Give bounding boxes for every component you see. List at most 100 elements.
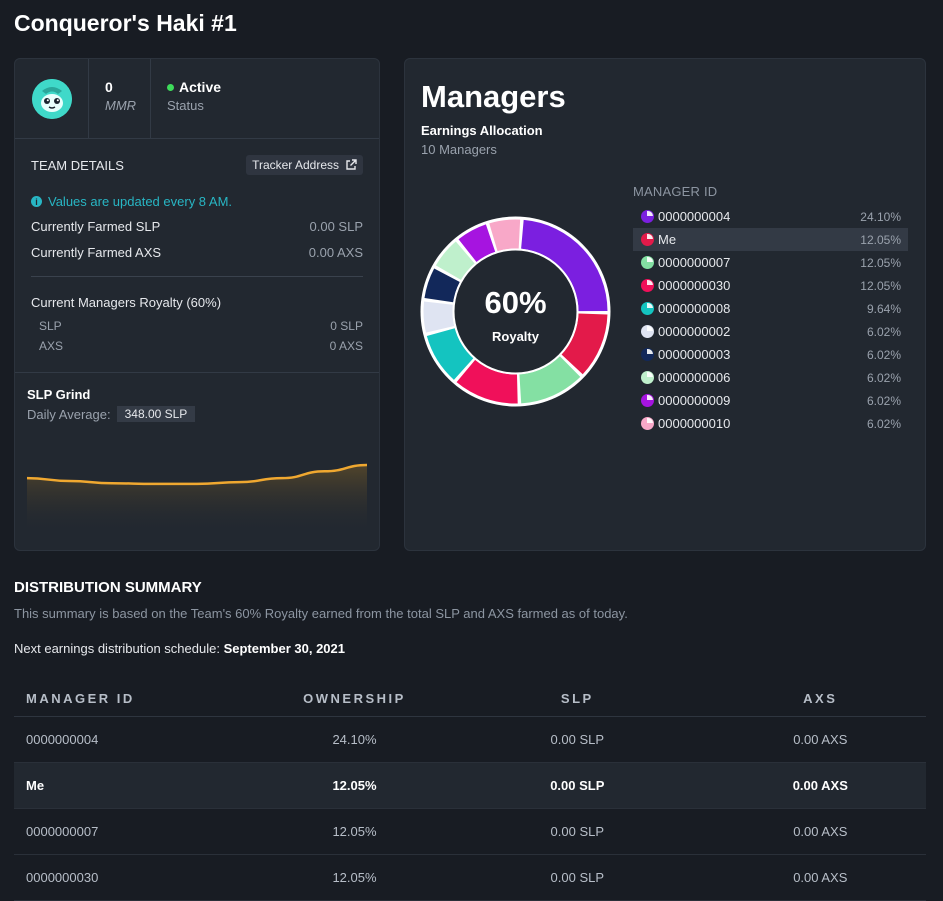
farmed-slp-value: 0.00 SLP xyxy=(309,219,364,234)
row-manager-id: 0000000007 xyxy=(14,808,269,855)
farmed-axs-value: 0.00 AXS xyxy=(308,245,363,260)
table-row[interactable]: 0000000030 12.05% 0.00 SLP 0.00 AXS xyxy=(14,854,926,901)
mmr-stat: 0 MMR xyxy=(89,59,151,138)
pie-chart-icon xyxy=(641,302,654,315)
schedule-label: Next earnings distribution schedule: xyxy=(14,641,220,656)
legend-header: MANAGER ID xyxy=(633,184,718,199)
row-axs: 0.00 AXS xyxy=(714,808,926,855)
team-details-title: TEAM DETAILS xyxy=(31,157,124,173)
update-info-text: Values are updated every 8 AM. xyxy=(48,194,233,209)
legend-percentage: 12.05% xyxy=(860,232,901,247)
slp-grind-chart xyxy=(27,463,367,535)
pie-chart-icon xyxy=(641,371,654,384)
team-details: TEAM DETAILS Tracker Address i Values ar… xyxy=(15,139,379,373)
pie-chart-icon xyxy=(641,279,654,292)
row-ownership: 12.05% xyxy=(268,762,441,809)
row-slp: 0.00 SLP xyxy=(440,716,715,763)
distribution-description: This summary is based on the Team's 60% … xyxy=(14,606,628,621)
legend-manager-id: 0000000008 xyxy=(658,301,731,316)
legend-row[interactable]: 0000000004 24.10% xyxy=(633,205,908,228)
info-icon: i xyxy=(31,196,42,207)
daily-average: Daily Average: 348.00 SLP xyxy=(27,406,367,422)
legend-row[interactable]: 0000000030 12.05% xyxy=(633,274,908,297)
row-ownership: 12.05% xyxy=(268,808,441,855)
donut-center-label: Royalty xyxy=(492,329,540,344)
row-manager-id: Me xyxy=(14,762,269,809)
legend-manager-id: 0000000009 xyxy=(658,393,731,408)
legend-row[interactable]: 0000000003 6.02% xyxy=(633,343,908,366)
legend-row[interactable]: 0000000009 6.02% xyxy=(633,389,908,412)
legend-row[interactable]: 0000000010 6.02% xyxy=(633,412,908,435)
row-slp: 0.00 SLP xyxy=(440,762,715,809)
legend-percentage: 9.64% xyxy=(866,301,901,316)
column-header-ownership: OWNERSHIP xyxy=(268,680,441,717)
table-row[interactable]: 0000000007 12.05% 0.00 SLP 0.00 AXS xyxy=(14,808,926,855)
pie-chart-icon xyxy=(641,394,654,407)
table-row-me[interactable]: Me 12.05% 0.00 SLP 0.00 AXS xyxy=(14,762,926,809)
tracker-address-button[interactable]: Tracker Address xyxy=(246,155,363,175)
team-card: 0 MMR Active Status TEAM DETAILS Tracker… xyxy=(14,58,380,551)
row-slp: 0.00 SLP xyxy=(440,854,715,901)
slp-grind-area xyxy=(27,465,367,535)
legend-percentage: 6.02% xyxy=(866,347,901,362)
daily-average-value: 348.00 SLP xyxy=(116,406,196,422)
managers-legend: MANAGER ID 0000000004 24.10% Me 12.05% 00000… xyxy=(633,184,908,435)
row-ownership: 24.10% xyxy=(268,716,441,763)
legend-manager-id: 0000000007 xyxy=(658,255,731,270)
row-slp: 0.00 SLP xyxy=(440,808,715,855)
status-value-text: Active xyxy=(179,79,222,95)
legend-row[interactable]: 0000000006 6.02% xyxy=(633,366,908,389)
royalty-donut-chart: 60% Royalty xyxy=(420,216,611,407)
row-manager-id: 0000000004 xyxy=(14,716,269,763)
royalty-axs-label: AXS xyxy=(39,339,64,353)
team-stats-row: 0 MMR Active Status xyxy=(15,59,379,139)
external-link-icon xyxy=(346,159,357,170)
status-dot-icon xyxy=(167,83,174,91)
managers-card: Managers Earnings Allocation 10 Managers… xyxy=(404,58,926,551)
farmed-axs-label: Currently Farmed AXS xyxy=(31,245,162,260)
royalty-title: Current Managers Royalty (60%) xyxy=(31,295,222,310)
table-header-row: MANAGER ID OWNERSHIP SLP AXS xyxy=(14,680,926,717)
legend-manager-id: Me xyxy=(658,232,677,247)
legend-list: 0000000004 24.10% Me 12.05% 0000000007 12.05%… xyxy=(633,205,908,435)
legend-percentage: 6.02% xyxy=(866,324,901,339)
legend-manager-id: 0000000004 xyxy=(658,209,731,224)
allocation-title: Earnings Allocation xyxy=(421,123,543,138)
pie-chart-icon xyxy=(641,417,654,430)
tracker-address-label: Tracker Address xyxy=(252,158,339,172)
royalty-axs-row: AXS 0 AXS xyxy=(31,339,363,353)
legend-row[interactable]: 0000000007 12.05% xyxy=(633,251,908,274)
row-axs: 0.00 AXS xyxy=(714,762,926,809)
pie-chart-icon xyxy=(641,210,654,223)
schedule-date: September 30, 2021 xyxy=(223,641,345,656)
update-info: i Values are updated every 8 AM. xyxy=(31,194,363,209)
legend-row[interactable]: 0000000008 9.64% xyxy=(633,297,908,320)
legend-manager-id: 0000000003 xyxy=(658,347,731,362)
slp-grind: SLP Grind Daily Average: 348.00 SLP xyxy=(15,373,379,550)
legend-manager-id: 0000000010 xyxy=(658,416,731,431)
legend-row[interactable]: Me 12.05% xyxy=(633,228,908,251)
legend-percentage: 24.10% xyxy=(860,209,901,224)
royalty-axs-value: 0 AXS xyxy=(329,339,363,353)
farmed-slp-label: Currently Farmed SLP xyxy=(31,219,161,234)
axie-avatar xyxy=(31,78,72,119)
legend-percentage: 6.02% xyxy=(866,416,901,431)
distribution-table: MANAGER ID OWNERSHIP SLP AXS 0000000004 … xyxy=(14,680,926,901)
royalty-slp-label: SLP xyxy=(39,319,62,333)
farmed-slp-row: Currently Farmed SLP 0.00 SLP xyxy=(31,219,363,234)
donut-center-value: 60% xyxy=(484,285,546,320)
divider xyxy=(31,276,363,277)
row-ownership: 12.05% xyxy=(268,854,441,901)
legend-percentage: 12.05% xyxy=(860,255,901,270)
legend-row[interactable]: 0000000002 6.02% xyxy=(633,320,908,343)
legend-percentage: 12.05% xyxy=(860,278,901,293)
daily-average-label: Daily Average: xyxy=(27,406,111,422)
legend-manager-id: 0000000006 xyxy=(658,370,731,385)
page-title: Conqueror's Haki #1 xyxy=(14,10,237,36)
mmr-label: MMR xyxy=(105,98,137,113)
status-value: Active xyxy=(167,79,221,95)
row-axs: 0.00 AXS xyxy=(714,716,926,763)
table-row[interactable]: 0000000004 24.10% 0.00 SLP 0.00 AXS xyxy=(14,716,926,763)
column-header-axs: AXS xyxy=(714,680,926,717)
distribution-title: DISTRIBUTION SUMMARY xyxy=(14,579,202,596)
